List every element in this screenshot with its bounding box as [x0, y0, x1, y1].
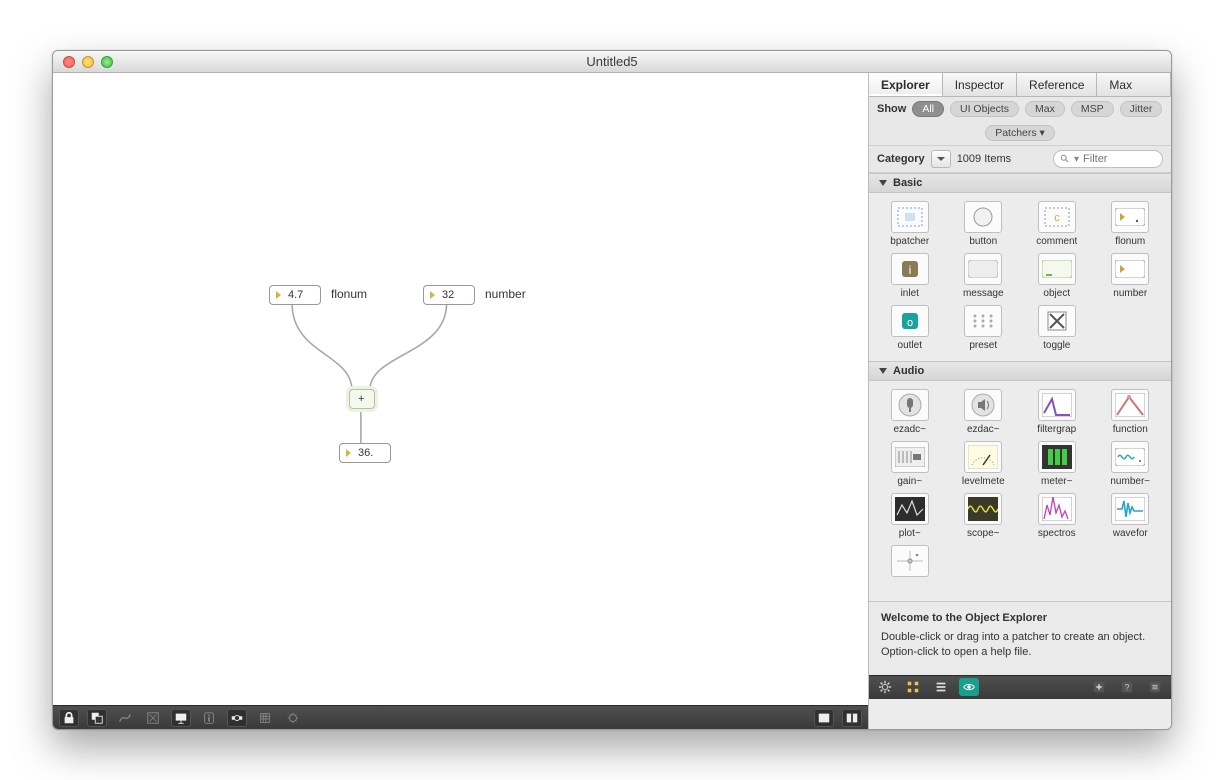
number-label: number	[485, 287, 526, 301]
palette-item-toggle[interactable]: toggle	[1022, 305, 1092, 351]
filter-jitter[interactable]: Jitter	[1120, 101, 1163, 117]
section-title: Basic	[893, 177, 922, 189]
palette-item-extra[interactable]	[875, 545, 945, 591]
palette-item-spectroscope[interactable]: spectros	[1022, 493, 1092, 539]
triangle-icon	[276, 291, 281, 299]
sidebar-bottom-toolbar: ?	[869, 675, 1171, 699]
palette-basic: bpatcher button ccomment flonum iinlet m…	[869, 193, 1171, 361]
search-icon	[1060, 154, 1070, 164]
app-window: Untitled5 4.7 flonum 32 number	[52, 50, 1172, 730]
list-view-icon[interactable]	[931, 678, 951, 696]
filter-ui-objects[interactable]: UI Objects	[950, 101, 1019, 117]
tab-reference[interactable]: Reference	[1017, 73, 1097, 96]
palette-item-levelmeter[interactable]: levelmete	[949, 441, 1019, 487]
palette-item-comment[interactable]: ccomment	[1022, 201, 1092, 247]
svg-text:o: o	[907, 317, 913, 329]
tab-explorer[interactable]: Explorer	[869, 73, 943, 96]
number-value: 32	[442, 289, 454, 301]
category-label: Category	[877, 153, 925, 165]
tab-max[interactable]: Max	[1097, 73, 1171, 96]
titlebar: Untitled5	[53, 51, 1171, 73]
eye-icon[interactable]	[959, 678, 979, 696]
palette-item-outlet[interactable]: ooutlet	[875, 305, 945, 351]
filter-msp[interactable]: MSP	[1071, 101, 1114, 117]
patcher-canvas[interactable]: 4.7 flonum 32 number + 36.	[53, 73, 868, 705]
help-box: Welcome to the Object Explorer Double-cl…	[869, 601, 1171, 675]
section-header-basic[interactable]: Basic	[869, 173, 1171, 193]
help-line-1: Double-click or drag into a patcher to c…	[881, 630, 1159, 645]
op-label: +	[358, 393, 364, 405]
palette-item-waveform[interactable]: wavefor	[1096, 493, 1166, 539]
palette-item-message[interactable]: message	[949, 253, 1019, 299]
filter-search[interactable]: ▾	[1053, 150, 1163, 168]
palette-item-number-sig[interactable]: number~	[1096, 441, 1166, 487]
svg-text:?: ?	[1125, 683, 1130, 693]
sidebar: Explorer Inspector Reference Max Show Al…	[869, 73, 1171, 729]
svg-text:c: c	[1054, 212, 1060, 224]
patch-cord-icon[interactable]	[115, 709, 135, 727]
debug-icon[interactable]	[283, 709, 303, 727]
palette-item-button[interactable]: button	[949, 201, 1019, 247]
filter-input[interactable]	[1083, 153, 1153, 165]
grid-view-icon[interactable]	[903, 678, 923, 696]
palette-item-inlet[interactable]: iinlet	[875, 253, 945, 299]
lock-icon[interactable]	[59, 709, 79, 727]
number-box[interactable]: 32	[423, 285, 475, 305]
palette-item-preset[interactable]: preset	[949, 305, 1019, 351]
show-label: Show	[877, 103, 906, 115]
split-pane-icon[interactable]	[842, 709, 862, 727]
inspector-icon[interactable]	[227, 709, 247, 727]
show-filter-bar: Show All UI Objects Max MSP Jitter Patch…	[869, 97, 1171, 146]
flonum-value: 4.7	[288, 289, 303, 301]
presentation-icon[interactable]	[171, 709, 191, 727]
triangle-icon	[430, 291, 435, 299]
menu-icon[interactable]	[1145, 678, 1165, 696]
disclosure-icon	[879, 368, 887, 374]
grid-icon[interactable]	[255, 709, 275, 727]
single-pane-icon[interactable]	[814, 709, 834, 727]
category-bar: Category 1009 Items ▾	[869, 146, 1171, 173]
add-icon[interactable]	[1089, 678, 1109, 696]
item-count: 1009 Items	[957, 153, 1011, 165]
section-header-audio[interactable]: Audio	[869, 361, 1171, 381]
help-line-2: Option-click to open a help file.	[881, 645, 1159, 660]
category-dropdown[interactable]	[931, 150, 951, 168]
flonum-label: flonum	[331, 287, 367, 301]
info-icon[interactable]	[199, 709, 219, 727]
patcher-bottom-toolbar	[53, 705, 868, 729]
palette-item-gain[interactable]: gain~	[875, 441, 945, 487]
sidebar-tabs: Explorer Inspector Reference Max	[869, 73, 1171, 97]
window-title: Untitled5	[53, 54, 1171, 69]
palette-item-number[interactable]: number	[1096, 253, 1166, 299]
triangle-icon	[346, 449, 351, 457]
palette-item-bpatcher[interactable]: bpatcher	[875, 201, 945, 247]
palette-item-object[interactable]: object	[1022, 253, 1092, 299]
disclosure-icon	[879, 180, 887, 186]
flonum-box[interactable]: 4.7	[269, 285, 321, 305]
palette-item-ezdac[interactable]: ezdac~	[949, 389, 1019, 435]
palette-item-ezadc[interactable]: ezadc~	[875, 389, 945, 435]
palette-item-function[interactable]: function	[1096, 389, 1166, 435]
result-value: 36.	[358, 447, 373, 459]
filter-patchers[interactable]: Patchers ▾	[985, 125, 1055, 141]
result-box[interactable]: 36.	[339, 443, 391, 463]
palette-item-filtergraph[interactable]: filtergrap	[1022, 389, 1092, 435]
filter-max[interactable]: Max	[1025, 101, 1065, 117]
section-title: Audio	[893, 365, 924, 377]
palette-item-plot[interactable]: plot~	[875, 493, 945, 539]
tab-inspector[interactable]: Inspector	[943, 73, 1017, 96]
palette-audio: ezadc~ ezdac~ filtergrap function gain~ …	[869, 381, 1171, 601]
palette-item-flonum[interactable]: flonum	[1096, 201, 1166, 247]
help-icon[interactable]: ?	[1117, 678, 1137, 696]
patcher-area: 4.7 flonum 32 number + 36.	[53, 73, 869, 729]
help-title: Welcome to the Object Explorer	[881, 612, 1159, 624]
palette-item-scope[interactable]: scope~	[949, 493, 1019, 539]
new-view-icon[interactable]	[87, 709, 107, 727]
palette-item-meter[interactable]: meter~	[1022, 441, 1092, 487]
gear-icon[interactable]	[875, 678, 895, 696]
close-box-icon[interactable]	[143, 709, 163, 727]
plus-object[interactable]: +	[349, 389, 375, 409]
svg-text:i: i	[908, 263, 911, 277]
filter-all[interactable]: All	[912, 101, 944, 117]
